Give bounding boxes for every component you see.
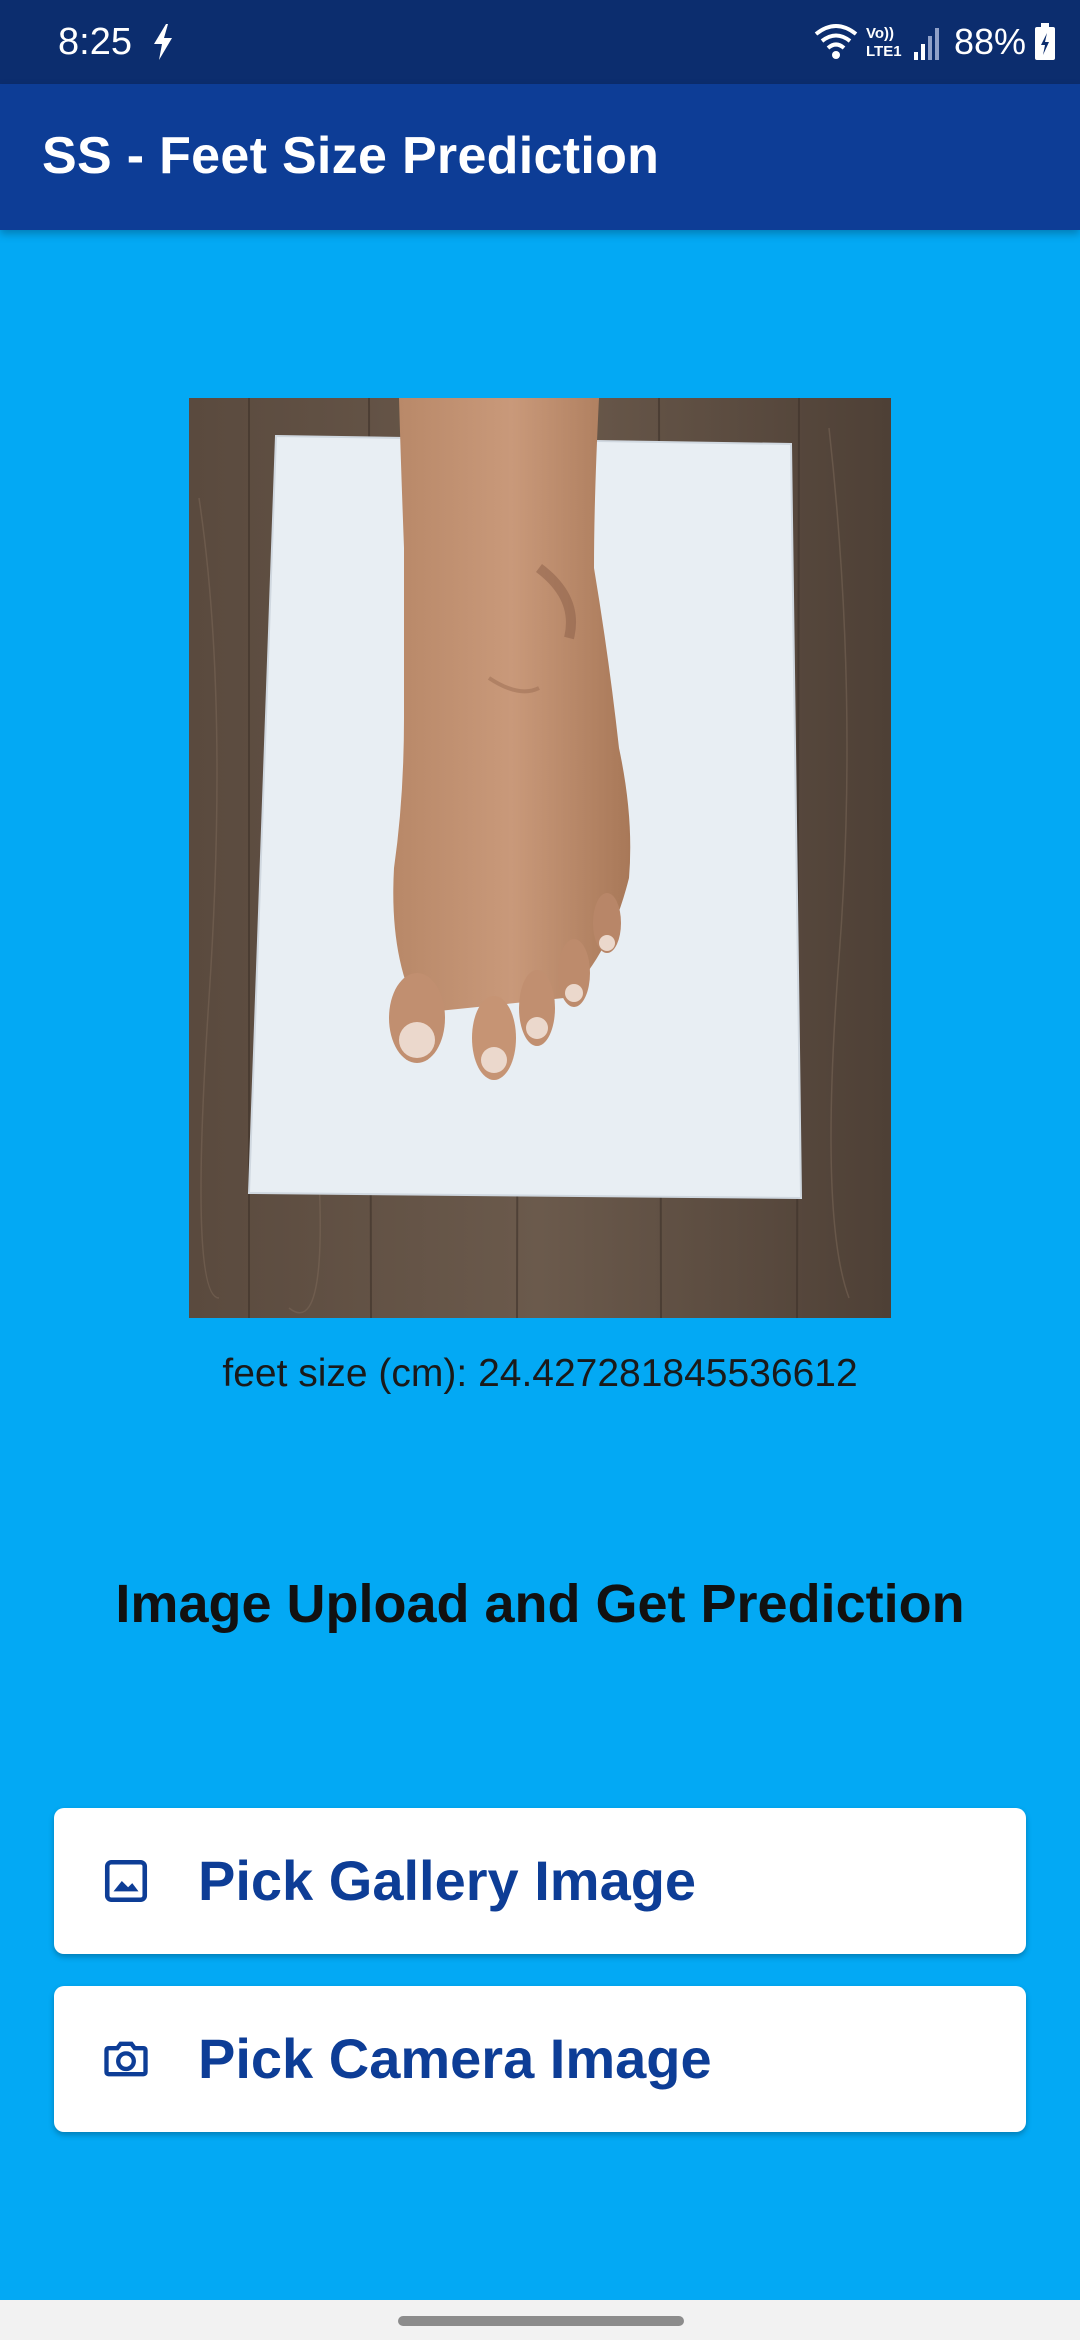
home-gesture-handle[interactable]: [398, 2316, 684, 2326]
navigation-bar: [0, 2300, 1080, 2340]
pick-camera-image-button[interactable]: Pick Camera Image: [54, 1986, 1026, 2132]
pick-gallery-image-label: Pick Gallery Image: [198, 1849, 697, 1912]
wifi-icon: [814, 22, 858, 62]
battery-icon: [1034, 23, 1056, 61]
svg-text:LTE1: LTE1: [866, 43, 902, 60]
camera-icon: [98, 2031, 154, 2087]
pick-camera-image-label: Pick Camera Image: [198, 2027, 712, 2090]
status-bar: 8:25 Vo)) LTE1 88%: [0, 0, 1080, 84]
image-icon: [98, 1853, 154, 1909]
foot-photo: [189, 398, 891, 1318]
charging-bolt-icon: [150, 22, 176, 62]
volte-icon: Vo)) LTE1: [864, 22, 908, 62]
status-time: 8:25: [58, 21, 132, 63]
section-title: Image Upload and Get Prediction: [115, 1574, 965, 1634]
app-bar: SS - Feet Size Prediction: [0, 84, 1080, 230]
prediction-result: feet size (cm): 24.427281845536612: [222, 1352, 858, 1395]
battery-percent: 88%: [953, 21, 1026, 62]
pick-gallery-image-button[interactable]: Pick Gallery Image: [54, 1808, 1026, 1954]
svg-text:Vo)): Vo)): [866, 25, 894, 42]
app-screen: 8:25 Vo)) LTE1 88% SS - Feet Size Predic…: [0, 0, 1080, 2340]
status-icons: Vo)) LTE1 88%: [814, 14, 1056, 70]
signal-icon: [912, 22, 942, 62]
app-title: SS - Feet Size Prediction: [42, 127, 660, 185]
